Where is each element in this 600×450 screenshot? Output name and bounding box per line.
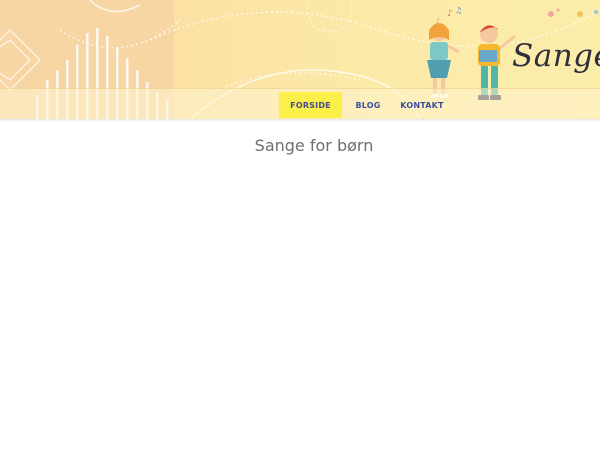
main-navigation: FORSIDE BLOG KONTAKT bbox=[279, 92, 450, 118]
page-title: Sange for børn bbox=[254, 136, 374, 155]
nav-item-kontakt[interactable]: KONTAKT bbox=[394, 92, 450, 118]
header-shadow bbox=[0, 119, 600, 122]
nav-item-blog[interactable]: BLOG bbox=[342, 92, 394, 118]
svg-text:♫: ♫ bbox=[455, 6, 462, 15]
site-header: ♪ ♫ ♪ Sange FORSIDE BLOG KONTAKT bbox=[0, 0, 600, 119]
nav-item-forside[interactable]: FORSIDE bbox=[279, 92, 342, 118]
svg-text:♪: ♪ bbox=[447, 9, 453, 19]
site-logo[interactable]: Sange bbox=[512, 38, 600, 74]
